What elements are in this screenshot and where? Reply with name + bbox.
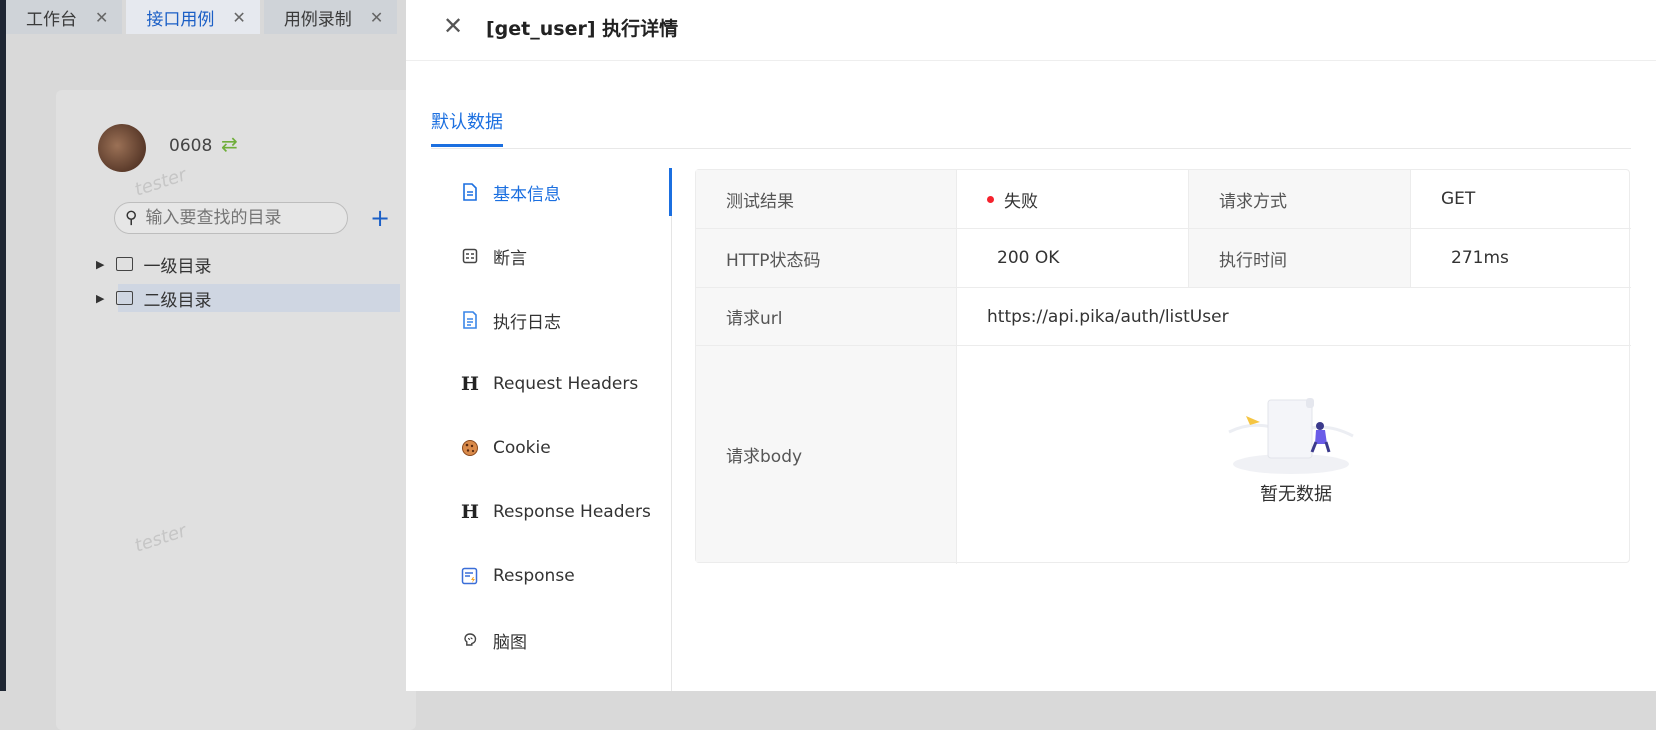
empty-text: 暂无数据 [1260,484,1332,505]
detail-side-nav: 基本信息 断言 执行日志 H Request Headers Cookie H [431,168,672,691]
basic-info-table: 测试结果 失败 请求方式 GET HTTP状态码 200 OK 执行时间 271… [695,169,1631,564]
caret-right-icon[interactable]: ▶ [96,292,104,305]
caret-right-icon[interactable]: ▶ [96,258,104,271]
nav-item-mindmap[interactable]: 脑图 [461,626,527,654]
url-label: 请求url [696,288,956,345]
log-icon [461,311,479,329]
http-status-label: HTTP状态码 [696,229,956,287]
directory-search-input[interactable] [143,207,338,229]
nav-item-response-headers[interactable]: H Response Headers [461,498,651,526]
nav-item-exec-log[interactable]: 执行日志 [461,306,561,334]
tab-workbench[interactable]: 工作台 ✕ [6,0,123,34]
test-result-value: 失败 [957,170,1188,228]
assert-icon [461,247,479,265]
swap-icon[interactable]: ⇄ [221,132,238,156]
close-icon[interactable]: ✕ [370,8,383,27]
method-label: 请求方式 [1189,170,1410,228]
directory-panel [56,90,416,730]
directory-search: ⚲ [114,202,348,234]
tree-item-label: 二级目录 [143,290,212,311]
nav-item-label: 脑图 [493,632,527,653]
cookie-icon [461,439,479,457]
nav-item-label: Response Headers [493,502,651,522]
tab-label: 工作台 [26,9,77,30]
execution-detail-drawer: ✕ [get_user] 执行详情 默认数据 基本信息 断言 执行日志 H Re… [406,0,1656,691]
close-icon[interactable]: ✕ [443,12,463,40]
folder-icon [116,291,134,305]
nav-item-label: Request Headers [493,374,639,394]
nav-item-response[interactable]: Response [461,562,575,590]
search-icon: ⚲ [125,208,138,228]
exec-time-label: 执行时间 [1189,229,1410,287]
nav-item-label: 断言 [493,248,527,269]
nav-item-basic-info[interactable]: 基本信息 [461,178,561,206]
drawer-title: [get_user] 执行详情 [486,18,679,40]
tree-item-label: 一级目录 [143,256,212,277]
user-name: 0608 [169,136,213,156]
document-icon [461,183,479,201]
avatar[interactable] [98,124,146,172]
drawer-tab-bar: 默认数据 [431,104,1631,149]
test-result-text: 失败 [1004,191,1038,212]
nav-item-request-headers[interactable]: H Request Headers [461,370,638,398]
heading-icon: H [461,373,479,395]
close-icon[interactable]: ✕ [95,8,108,27]
method-value: GET [1441,189,1476,209]
body-label: 请求body [696,346,956,562]
nav-item-assertion[interactable]: 断言 [461,242,527,270]
nav-item-cookie[interactable]: Cookie [461,434,551,462]
tab-api-cases[interactable]: 接口用例 ✕ [126,0,260,34]
heading-icon: H [461,501,479,523]
empty-state: 暂无数据 [956,346,1631,564]
nav-item-label: 执行日志 [493,312,561,333]
nav-active-indicator [669,168,672,216]
nav-item-label: 基本信息 [493,184,561,205]
response-icon [461,567,479,585]
exec-time-value: 271ms [1451,248,1509,268]
status-dot-icon [987,195,994,203]
tree-item[interactable]: ▶ 二级目录 [96,284,211,312]
http-status-value: 200 OK [997,248,1060,268]
brain-icon [461,631,479,649]
drawer-header: ✕ [get_user] 执行详情 [406,0,1656,61]
left-sidebar-strip [0,0,6,691]
empty-illustration-icon [1228,398,1354,474]
folder-icon [116,257,134,271]
tree-item[interactable]: ▶ 一级目录 [96,250,211,278]
app-tab-bar: 工作台 ✕ 接口用例 ✕ 用例录制 ✕ [6,0,406,34]
url-value: https://api.pika/auth/listUser [987,306,1229,327]
close-icon[interactable]: ✕ [232,8,245,27]
tab-label: 用例录制 [283,9,352,30]
tab-label: 接口用例 [146,9,215,30]
tab-default-data[interactable]: 默认数据 [431,108,503,147]
nav-item-label: Response [493,566,575,586]
add-directory-button[interactable]: + [370,204,390,232]
nav-item-label: Cookie [493,438,551,458]
tab-case-recording[interactable]: 用例录制 ✕ [263,0,398,34]
test-result-label: 测试结果 [696,170,956,228]
